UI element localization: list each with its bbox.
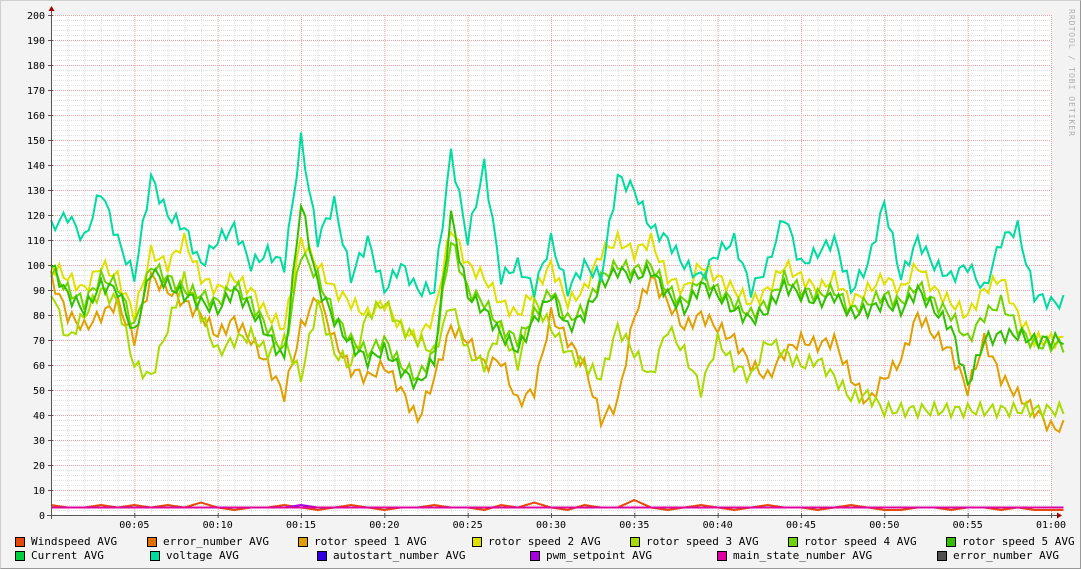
legend-swatch-icon — [717, 550, 727, 561]
legend-item: rotor speed 4 AVG — [788, 535, 946, 548]
y-tick-label: 110 — [27, 236, 45, 247]
legend-item: pwm_setpoint AVG — [530, 549, 717, 562]
legend-swatch-icon — [147, 536, 157, 547]
legend-swatch-icon — [937, 550, 947, 561]
y-tick-label: 170 — [27, 86, 45, 97]
legend-label: rotor speed 4 AVG — [804, 535, 917, 548]
y-tick-label: 90 — [33, 286, 45, 297]
legend-label: Windspeed AVG — [31, 535, 118, 548]
y-tick-label: 30 — [33, 436, 45, 447]
legend-swatch-icon — [298, 536, 308, 547]
x-tick-label: 00:55 — [953, 520, 983, 531]
legend-swatch-icon — [530, 550, 540, 561]
y-tick-label: 70 — [33, 336, 45, 347]
legend-label: main_state_number AVG — [733, 549, 873, 562]
y-tick-label: 190 — [27, 36, 45, 47]
y-tick-label: 10 — [33, 486, 45, 497]
y-tick-label: 140 — [27, 161, 45, 172]
x-tick-label: 00:35 — [619, 520, 649, 531]
legend-item: autostart_number AVG — [317, 549, 530, 562]
y-tick-label: 120 — [27, 211, 45, 222]
x-tick-label: 01:00 — [1036, 520, 1066, 531]
x-axis-arrow-icon — [1057, 512, 1062, 519]
y-tick-label: 200 — [27, 11, 45, 22]
legend-label: rotor speed 2 AVG — [488, 535, 601, 548]
legend-label: autostart_number AVG — [333, 549, 466, 562]
legend-label: pwm_setpoint AVG — [546, 549, 652, 562]
y-tick-label: 50 — [33, 386, 45, 397]
legend-item: voltage AVG — [150, 549, 317, 562]
legend-row-2: Current AVG voltage AVG autostart_number A… — [15, 549, 1081, 562]
legend-row-1: Windspeed AVG error_number AVG rotor speed… — [15, 535, 1081, 548]
y-tick-label: 60 — [33, 361, 45, 372]
x-tick-label: 00:10 — [203, 520, 233, 531]
legend-item: rotor speed 2 AVG — [472, 535, 630, 548]
rrd-graph: 0 10 20 30 40 50 60 70 80 90 100 110 120 130 140 150 160… — [0, 0, 1081, 569]
legend-swatch-icon — [317, 550, 327, 561]
legend-item: rotor speed 3 AVG — [630, 535, 788, 548]
legend-item: rotor speed 1 AVG — [298, 535, 472, 548]
legend-item: Current AVG — [15, 549, 150, 562]
x-tick-label: 00:25 — [453, 520, 483, 531]
y-tick-label: 40 — [33, 411, 45, 422]
legend-label: rotor speed 1 AVG — [314, 535, 427, 548]
legend-item: main_state_number AVG — [717, 549, 937, 562]
x-tick-label: 00:05 — [119, 520, 149, 531]
x-tick-label: 00:50 — [869, 520, 899, 531]
legend-label: error_number AVG — [163, 535, 269, 548]
legend-item: error_number AVG — [147, 535, 298, 548]
legend-swatch-icon — [15, 536, 25, 547]
legend-label: rotor speed 3 AVG — [646, 535, 759, 548]
legend-swatch-icon — [150, 550, 160, 561]
watermark: RRDTOOL / TOBI OETIKER — [1067, 9, 1076, 137]
y-tick-label: 150 — [27, 136, 45, 147]
legend-swatch-icon — [630, 536, 640, 547]
legend-item: Windspeed AVG — [15, 535, 147, 548]
legend-item: rotor speed 5 AVG — [946, 535, 1081, 548]
y-tick-label: 80 — [33, 311, 45, 322]
legend-label: error_number AVG — [953, 549, 1059, 562]
x-tick-label: 00:20 — [369, 520, 399, 531]
x-tick-label: 00:40 — [703, 520, 733, 531]
legend-swatch-icon — [946, 536, 956, 547]
legend-swatch-icon — [472, 536, 482, 547]
legend-label: voltage AVG — [166, 549, 239, 562]
y-tick-label: 180 — [27, 61, 45, 72]
y-axis-arrow-icon — [48, 6, 55, 11]
x-tick-label: 00:30 — [536, 520, 566, 531]
y-tick-label: 130 — [27, 186, 45, 197]
legend-swatch-icon — [788, 536, 798, 547]
chart-canvas: 0 10 20 30 40 50 60 70 80 90 100 110 120 130 140 150 160… — [27, 6, 1066, 531]
legend-label: Current AVG — [31, 549, 104, 562]
y-tick-label: 0 — [39, 511, 45, 522]
legend-item: error_number AVG — [937, 549, 1081, 562]
legend-label: rotor speed 5 AVG — [962, 535, 1075, 548]
y-tick-label: 160 — [27, 111, 45, 122]
x-tick-label: 00:45 — [786, 520, 816, 531]
y-tick-label: 100 — [27, 261, 45, 272]
y-tick-label: 20 — [33, 461, 45, 472]
legend-swatch-icon — [15, 550, 25, 561]
x-tick-label: 00:15 — [286, 520, 316, 531]
